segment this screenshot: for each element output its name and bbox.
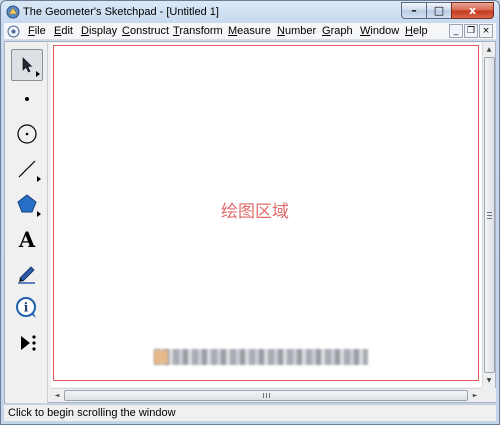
minimize-button[interactable]: – [401, 2, 426, 19]
marker-pen-icon [18, 266, 35, 284]
scrollbar-corner [482, 388, 496, 402]
drawing-area-label: 绘图区域 [221, 202, 289, 222]
sketch-canvas[interactable]: 绘图区域 [51, 43, 482, 387]
close-button[interactable]: x [451, 2, 494, 19]
horizontal-scroll-thumb[interactable] [64, 390, 468, 401]
menu-display[interactable]: Display [81, 25, 117, 37]
custom-tools-icon [21, 335, 36, 351]
menu-edit[interactable]: Edit [54, 25, 73, 37]
document-area: A i 绘图区域 ▲ ▼ ◄ ► [4, 41, 496, 403]
doc-restore-button[interactable]: ❐ [464, 24, 478, 38]
status-bar: Click to begin scrolling the window [4, 404, 496, 421]
maximize-button[interactable]: □ [426, 2, 451, 19]
title-bar[interactable]: The Geometer's Sketchpad - [Untitled 1] … [1, 1, 499, 23]
sketchpad-app-icon [6, 5, 20, 19]
text-tool[interactable]: A [11, 223, 43, 255]
custom-tool[interactable] [11, 327, 43, 359]
vertical-scroll-thumb[interactable] [484, 57, 495, 373]
toolbox: A i [6, 43, 48, 403]
tool-flyout-indicator [36, 71, 40, 77]
text-icon: A [18, 226, 36, 252]
menu-help[interactable]: Help [405, 25, 428, 37]
menu-measure[interactable]: Measure [228, 25, 271, 37]
menu-number[interactable]: Number [277, 25, 316, 37]
line-segment-icon [18, 160, 36, 178]
doc-minimize-button[interactable]: _ [449, 24, 463, 38]
doc-close-button[interactable]: × [479, 24, 493, 38]
compass-tool[interactable] [11, 118, 43, 150]
point-icon [25, 97, 29, 101]
marker-tool[interactable] [11, 257, 43, 289]
app-window: The Geometer's Sketchpad - [Untitled 1] … [0, 0, 500, 425]
menu-bar: File Edit Display Construct Transform Me… [4, 23, 496, 40]
point-tool[interactable] [11, 83, 43, 115]
menu-file[interactable]: File [28, 25, 46, 37]
scroll-down-button[interactable]: ▼ [483, 374, 495, 387]
menu-window[interactable]: Window [360, 25, 399, 37]
polygon-icon [17, 194, 37, 213]
arrow-icon [22, 57, 33, 73]
document-window-controls: _ ❐ × [449, 24, 493, 38]
maximize-icon: □ [433, 4, 445, 17]
vertical-scrollbar[interactable]: ▲ ▼ [482, 43, 495, 387]
polygon-tool[interactable] [11, 188, 43, 220]
information-tool[interactable]: i [11, 292, 43, 324]
circle-icon [17, 124, 37, 144]
arrow-select-tool[interactable] [11, 49, 43, 81]
status-text: Click to begin scrolling the window [8, 407, 176, 419]
tool-flyout-indicator [37, 211, 41, 217]
menu-transform[interactable]: Transform [173, 25, 223, 37]
minimize-icon: – [411, 4, 417, 17]
scroll-up-button[interactable]: ▲ [483, 43, 495, 56]
blurred-watermark [154, 349, 368, 365]
window-title: The Geometer's Sketchpad - [Untitled 1] [23, 6, 219, 18]
scroll-left-button[interactable]: ◄ [51, 389, 63, 402]
horizontal-scrollbar[interactable]: ◄ ► [51, 388, 482, 402]
tool-flyout-indicator [37, 176, 41, 182]
menu-graph[interactable]: Graph [322, 25, 353, 37]
document-icon[interactable] [7, 25, 20, 38]
straightedge-tool[interactable] [11, 153, 43, 185]
info-icon: i [16, 297, 36, 318]
scroll-right-button[interactable]: ► [469, 389, 481, 402]
grip-icon [262, 393, 270, 398]
close-icon: x [468, 4, 477, 17]
watermark-icon [154, 350, 168, 364]
menu-construct[interactable]: Construct [122, 25, 169, 37]
window-controls: – □ x [401, 2, 494, 19]
svg-text:i: i [24, 301, 29, 315]
grip-icon [487, 211, 492, 219]
